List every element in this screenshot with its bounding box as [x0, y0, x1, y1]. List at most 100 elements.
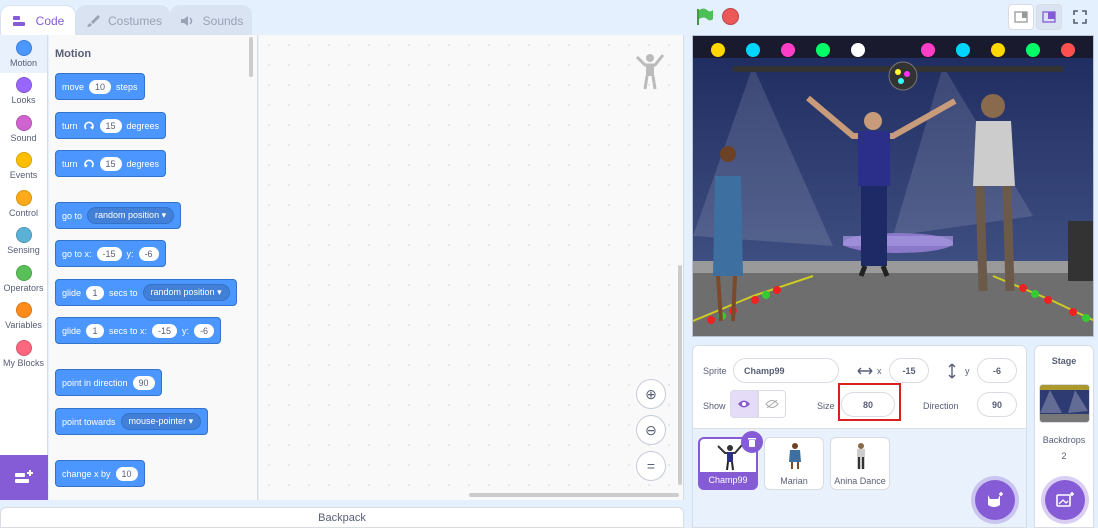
category-label: Events [9, 170, 38, 181]
zoom-in-button[interactable]: ⊕ [636, 379, 666, 409]
direction-input[interactable]: 90 [977, 392, 1017, 417]
normal-stage-button[interactable] [1036, 4, 1062, 30]
block-input-y[interactable]: -6 [138, 246, 159, 261]
block-input[interactable]: 1 [86, 285, 105, 300]
block-input[interactable]: 15 [99, 118, 122, 133]
script-area-vscrollbar[interactable] [678, 265, 682, 485]
script-area[interactable]: ⊕ ⊖ = [259, 35, 684, 500]
caret-down-icon: ▾ [188, 416, 194, 426]
events-dot-icon [15, 152, 32, 169]
editor-tabs: Code Costumes Sounds [0, 0, 690, 35]
block-input[interactable]: 90 [132, 375, 155, 390]
block-glide-xy[interactable]: glide 1 secs to x: -15 y: -6 [55, 317, 222, 344]
block-point-in-direction[interactable]: point in direction 90 [55, 369, 162, 396]
stage-canvas[interactable] [692, 35, 1094, 337]
category-sound[interactable]: Sound [0, 110, 47, 148]
block-text: degrees [126, 158, 160, 169]
category-label: Looks [11, 95, 36, 106]
show-hidden-button[interactable] [758, 390, 786, 418]
palette-title: Motion [55, 48, 92, 60]
tab-code[interactable]: Code [0, 5, 76, 35]
looks-dot-icon [15, 77, 32, 94]
x-position-input[interactable]: -15 [889, 358, 929, 383]
add-extension-button[interactable] [0, 455, 48, 500]
block-text: secs to x: [109, 325, 148, 336]
caret-down-icon: ▾ [161, 210, 167, 220]
block-point-towards[interactable]: point towards mouse-pointer ▾ [55, 408, 209, 435]
category-label: Control [8, 207, 38, 218]
sprite-tile-anina-dance[interactable]: Anina Dance [830, 437, 890, 490]
category-operators[interactable]: Operators [0, 260, 47, 298]
block-move-steps[interactable]: move 10 steps [55, 73, 145, 100]
choose-sprite-button[interactable] [975, 480, 1015, 520]
backpack[interactable]: Backpack [0, 507, 684, 528]
show-visible-button[interactable] [730, 390, 758, 418]
category-label: My Blocks [2, 357, 44, 368]
fullscreen-button[interactable] [1067, 4, 1093, 30]
size-label: Size [817, 401, 835, 411]
tab-costumes[interactable]: Costumes [76, 5, 170, 35]
tab-sounds[interactable]: Sounds [170, 5, 252, 35]
disco-backdrop-image [693, 36, 1093, 336]
category-variables[interactable]: Variables [0, 298, 47, 336]
small-stage-button[interactable] [1008, 4, 1034, 30]
sprite-name-input[interactable]: Champ99 [733, 358, 839, 383]
block-go-to-xy[interactable]: go to x: -15 y: -6 [55, 240, 166, 267]
category-label: Sound [10, 132, 37, 143]
block-turn-left[interactable]: turn 15 degrees [55, 150, 167, 177]
category-looks[interactable]: Looks [0, 73, 47, 111]
stop-button[interactable] [722, 8, 739, 25]
choose-backdrop-button[interactable] [1045, 480, 1085, 520]
dropdown-value: mouse-pointer [128, 416, 187, 426]
block-dropdown[interactable]: random position ▾ [87, 207, 175, 224]
zoom-reset-button[interactable]: = [636, 451, 666, 481]
green-flag-icon[interactable] [695, 7, 715, 27]
small-stage-icon [1014, 11, 1028, 23]
block-turn-right[interactable]: turn 15 degrees [55, 112, 167, 139]
category-control[interactable]: Control [0, 185, 47, 223]
block-glide[interactable]: glide 1 secs to random position ▾ [55, 279, 237, 306]
block-input[interactable]: 1 [86, 323, 105, 338]
block-text: point towards [62, 416, 116, 427]
category-label: Motion [9, 57, 37, 68]
x-label: x [877, 366, 882, 376]
cat-add-icon [988, 492, 1003, 507]
block-input[interactable]: 15 [99, 156, 122, 171]
add-extension-icon [15, 469, 33, 483]
zoom-out-button[interactable]: ⊖ [636, 415, 666, 445]
category-sensing[interactable]: Sensing [0, 223, 47, 261]
my-blocks-dot-icon [15, 339, 32, 356]
category-events[interactable]: Events [0, 148, 47, 186]
delete-sprite-button[interactable] [741, 431, 763, 453]
script-area-hscrollbar[interactable] [469, 493, 679, 497]
y-arrows-icon [948, 363, 956, 379]
y-position-input[interactable]: -6 [977, 358, 1017, 383]
block-dropdown[interactable]: mouse-pointer ▾ [120, 413, 202, 430]
sprite-thumbnail [789, 443, 801, 469]
zoom-in-icon: ⊕ [645, 385, 657, 402]
palette-scrollbar[interactable] [249, 37, 253, 77]
block-text: steps [116, 81, 138, 92]
block-text: go to x: [62, 248, 92, 259]
category-my-blocks[interactable]: My Blocks [0, 335, 47, 373]
block-input-x[interactable]: -15 [96, 246, 122, 261]
backdrop-thumbnail-image [1040, 385, 1089, 422]
sprite-thumbnail [857, 443, 865, 469]
category-motion[interactable]: Motion [0, 35, 47, 73]
block-text: turn [62, 158, 78, 169]
block-change-x[interactable]: change x by 10 [55, 460, 145, 487]
block-input[interactable]: 10 [89, 79, 112, 94]
block-dropdown[interactable]: random position ▾ [142, 284, 230, 301]
eye-icon [738, 400, 750, 408]
stage-thumbnail[interactable] [1039, 384, 1090, 423]
speaker-icon [180, 15, 192, 26]
sound-dot-icon [15, 114, 32, 131]
block-text: glide [62, 287, 82, 298]
sprite-thumbnail [717, 444, 743, 471]
block-input-y[interactable]: -6 [194, 323, 215, 338]
block-input[interactable]: 10 [115, 466, 138, 481]
sprite-tile-marian[interactable]: Marian [764, 437, 824, 490]
block-go-to[interactable]: go to random position ▾ [55, 202, 182, 229]
block-input-x[interactable]: -15 [152, 323, 178, 338]
block-text: glide [62, 325, 82, 336]
